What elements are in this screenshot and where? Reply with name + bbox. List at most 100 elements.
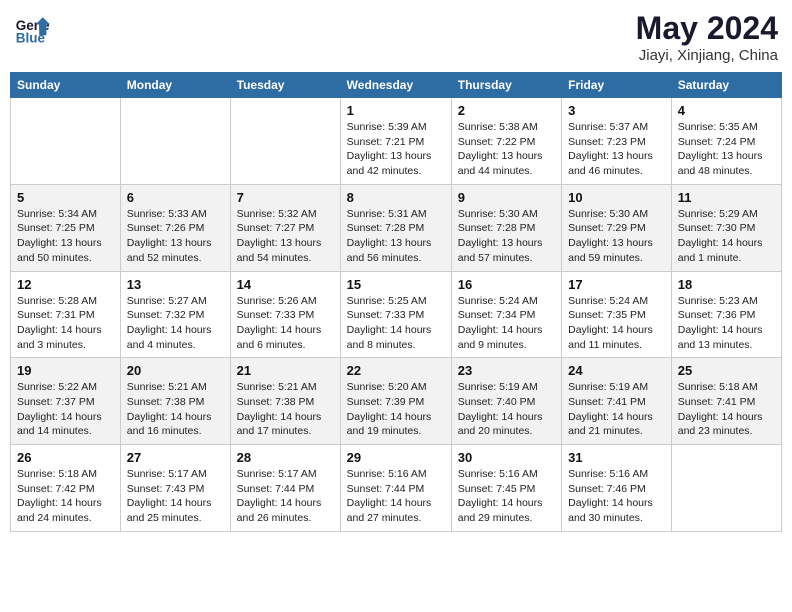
day-number: 29 — [347, 450, 445, 465]
day-detail: Sunrise: 5:19 AM Sunset: 7:40 PM Dayligh… — [458, 380, 555, 439]
day-number: 30 — [458, 450, 555, 465]
day-number: 31 — [568, 450, 665, 465]
day-number: 21 — [237, 363, 334, 378]
day-number: 2 — [458, 103, 555, 118]
calendar-cell: 15Sunrise: 5:25 AM Sunset: 7:33 PM Dayli… — [340, 271, 451, 358]
day-number: 7 — [237, 190, 334, 205]
location: Jiayi, Xinjiang, China — [636, 47, 778, 64]
calendar-cell: 8 Sunrise: 5:31 AM Sunset: 7:28 PM Daylig… — [340, 184, 451, 271]
calendar-cell: 23 Sunrise: 5:19 AM Sunset: 7:40 PM Dayli… — [451, 358, 561, 445]
calendar-cell — [11, 98, 121, 185]
day-detail: Sunrise: 5:26 AM Sunset: 7:33 PM Dayligh… — [237, 294, 334, 353]
weekday-header-row: SundayMondayTuesdayWednesdayThursdayFrid… — [11, 73, 782, 98]
day-detail: Sunrise: 5:23 AM Sunset: 7:36 PM Dayligh… — [678, 294, 775, 353]
calendar-cell — [671, 445, 781, 532]
calendar-cell: 22 Sunrise: 5:20 AM Sunset: 7:39 PM Dayli… — [340, 358, 451, 445]
calendar-week-row: 1Sunrise: 5:39 AM Sunset: 7:21 PM Daylig… — [11, 98, 782, 185]
day-detail: Sunrise: 5:30 AM Sunset: 7:29 PM Dayligh… — [568, 207, 665, 266]
day-number: 23 — [458, 363, 555, 378]
weekday-header: Sunday — [11, 73, 121, 98]
day-detail: Sunrise: 5:17 AM Sunset: 7:43 PM Dayligh… — [127, 467, 224, 526]
day-detail: Sunrise: 5:16 AM Sunset: 7:45 PM Dayligh… — [458, 467, 555, 526]
day-detail: Sunrise: 5:24 AM Sunset: 7:35 PM Dayligh… — [568, 294, 665, 353]
day-number: 18 — [678, 277, 775, 292]
day-detail: Sunrise: 5:37 AM Sunset: 7:23 PM Dayligh… — [568, 120, 665, 179]
day-detail: Sunrise: 5:34 AM Sunset: 7:25 PM Dayligh… — [17, 207, 114, 266]
day-detail: Sunrise: 5:35 AM Sunset: 7:24 PM Dayligh… — [678, 120, 775, 179]
weekday-header: Friday — [562, 73, 672, 98]
weekday-header: Thursday — [451, 73, 561, 98]
calendar-week-row: 12 Sunrise: 5:28 AM Sunset: 7:31 PM Dayli… — [11, 271, 782, 358]
calendar-cell: 1Sunrise: 5:39 AM Sunset: 7:21 PM Daylig… — [340, 98, 451, 185]
calendar-cell: 4 Sunrise: 5:35 AM Sunset: 7:24 PM Daylig… — [671, 98, 781, 185]
day-detail: Sunrise: 5:31 AM Sunset: 7:28 PM Dayligh… — [347, 207, 445, 266]
day-detail: Sunrise: 5:17 AM Sunset: 7:44 PM Dayligh… — [237, 467, 334, 526]
day-number: 12 — [17, 277, 114, 292]
day-number: 11 — [678, 190, 775, 205]
calendar-cell: 21 Sunrise: 5:21 AM Sunset: 7:38 PM Dayli… — [230, 358, 340, 445]
calendar-week-row: 5 Sunrise: 5:34 AM Sunset: 7:25 PM Daylig… — [11, 184, 782, 271]
day-number: 26 — [17, 450, 114, 465]
calendar-cell: 3 Sunrise: 5:37 AM Sunset: 7:23 PM Daylig… — [562, 98, 672, 185]
day-number: 20 — [127, 363, 224, 378]
day-detail: Sunrise: 5:20 AM Sunset: 7:39 PM Dayligh… — [347, 380, 445, 439]
day-number: 25 — [678, 363, 775, 378]
day-detail: Sunrise: 5:19 AM Sunset: 7:41 PM Dayligh… — [568, 380, 665, 439]
day-detail: Sunrise: 5:24 AM Sunset: 7:34 PM Dayligh… — [458, 294, 555, 353]
day-number: 13 — [127, 277, 224, 292]
day-number: 28 — [237, 450, 334, 465]
day-number: 8 — [347, 190, 445, 205]
day-detail: Sunrise: 5:16 AM Sunset: 7:46 PM Dayligh… — [568, 467, 665, 526]
day-number: 24 — [568, 363, 665, 378]
day-number: 16 — [458, 277, 555, 292]
day-detail: Sunrise: 5:21 AM Sunset: 7:38 PM Dayligh… — [237, 380, 334, 439]
calendar-cell: 10 Sunrise: 5:30 AM Sunset: 7:29 PM Dayli… — [562, 184, 672, 271]
weekday-header: Wednesday — [340, 73, 451, 98]
day-number: 5 — [17, 190, 114, 205]
calendar-cell: 29 Sunrise: 5:16 AM Sunset: 7:44 PM Dayli… — [340, 445, 451, 532]
logo-icon: General Blue — [14, 10, 50, 46]
weekday-header: Monday — [120, 73, 230, 98]
calendar-cell: 31 Sunrise: 5:16 AM Sunset: 7:46 PM Dayli… — [562, 445, 672, 532]
day-detail: Sunrise: 5:16 AM Sunset: 7:44 PM Dayligh… — [347, 467, 445, 526]
calendar-cell: 27 Sunrise: 5:17 AM Sunset: 7:43 PM Dayli… — [120, 445, 230, 532]
day-number: 10 — [568, 190, 665, 205]
calendar-cell: 26Sunrise: 5:18 AM Sunset: 7:42 PM Dayli… — [11, 445, 121, 532]
day-number: 9 — [458, 190, 555, 205]
month-title: May 2024 — [636, 10, 778, 47]
day-number: 14 — [237, 277, 334, 292]
day-detail: Sunrise: 5:29 AM Sunset: 7:30 PM Dayligh… — [678, 207, 775, 266]
day-number: 19 — [17, 363, 114, 378]
calendar-cell: 2 Sunrise: 5:38 AM Sunset: 7:22 PM Daylig… — [451, 98, 561, 185]
day-number: 22 — [347, 363, 445, 378]
calendar-cell: 12 Sunrise: 5:28 AM Sunset: 7:31 PM Dayli… — [11, 271, 121, 358]
calendar-cell: 7Sunrise: 5:32 AM Sunset: 7:27 PM Daylig… — [230, 184, 340, 271]
day-detail: Sunrise: 5:25 AM Sunset: 7:33 PM Dayligh… — [347, 294, 445, 353]
day-detail: Sunrise: 5:38 AM Sunset: 7:22 PM Dayligh… — [458, 120, 555, 179]
day-number: 27 — [127, 450, 224, 465]
day-detail: Sunrise: 5:22 AM Sunset: 7:37 PM Dayligh… — [17, 380, 114, 439]
day-detail: Sunrise: 5:28 AM Sunset: 7:31 PM Dayligh… — [17, 294, 114, 353]
title-block: May 2024 Jiayi, Xinjiang, China — [636, 10, 778, 64]
calendar-cell: 20 Sunrise: 5:21 AM Sunset: 7:38 PM Dayli… — [120, 358, 230, 445]
calendar-cell: 13 Sunrise: 5:27 AM Sunset: 7:32 PM Dayli… — [120, 271, 230, 358]
calendar-week-row: 19 Sunrise: 5:22 AM Sunset: 7:37 PM Dayli… — [11, 358, 782, 445]
calendar-cell: 17Sunrise: 5:24 AM Sunset: 7:35 PM Dayli… — [562, 271, 672, 358]
day-detail: Sunrise: 5:27 AM Sunset: 7:32 PM Dayligh… — [127, 294, 224, 353]
page-header: General Blue May 2024 Jiayi, Xinjiang, C… — [10, 10, 782, 64]
calendar-cell: 18 Sunrise: 5:23 AM Sunset: 7:36 PM Dayli… — [671, 271, 781, 358]
calendar-cell: 19 Sunrise: 5:22 AM Sunset: 7:37 PM Dayli… — [11, 358, 121, 445]
calendar-cell: 11 Sunrise: 5:29 AM Sunset: 7:30 PM Dayli… — [671, 184, 781, 271]
weekday-header: Tuesday — [230, 73, 340, 98]
day-detail: Sunrise: 5:33 AM Sunset: 7:26 PM Dayligh… — [127, 207, 224, 266]
day-detail: Sunrise: 5:39 AM Sunset: 7:21 PM Dayligh… — [347, 120, 445, 179]
calendar-cell: 14 Sunrise: 5:26 AM Sunset: 7:33 PM Dayli… — [230, 271, 340, 358]
day-number: 4 — [678, 103, 775, 118]
calendar-cell: 9Sunrise: 5:30 AM Sunset: 7:28 PM Daylig… — [451, 184, 561, 271]
calendar-cell: 25Sunrise: 5:18 AM Sunset: 7:41 PM Dayli… — [671, 358, 781, 445]
calendar-week-row: 26Sunrise: 5:18 AM Sunset: 7:42 PM Dayli… — [11, 445, 782, 532]
calendar-table: SundayMondayTuesdayWednesdayThursdayFrid… — [10, 72, 782, 532]
day-detail: Sunrise: 5:21 AM Sunset: 7:38 PM Dayligh… — [127, 380, 224, 439]
day-number: 3 — [568, 103, 665, 118]
calendar-cell: 30 Sunrise: 5:16 AM Sunset: 7:45 PM Dayli… — [451, 445, 561, 532]
